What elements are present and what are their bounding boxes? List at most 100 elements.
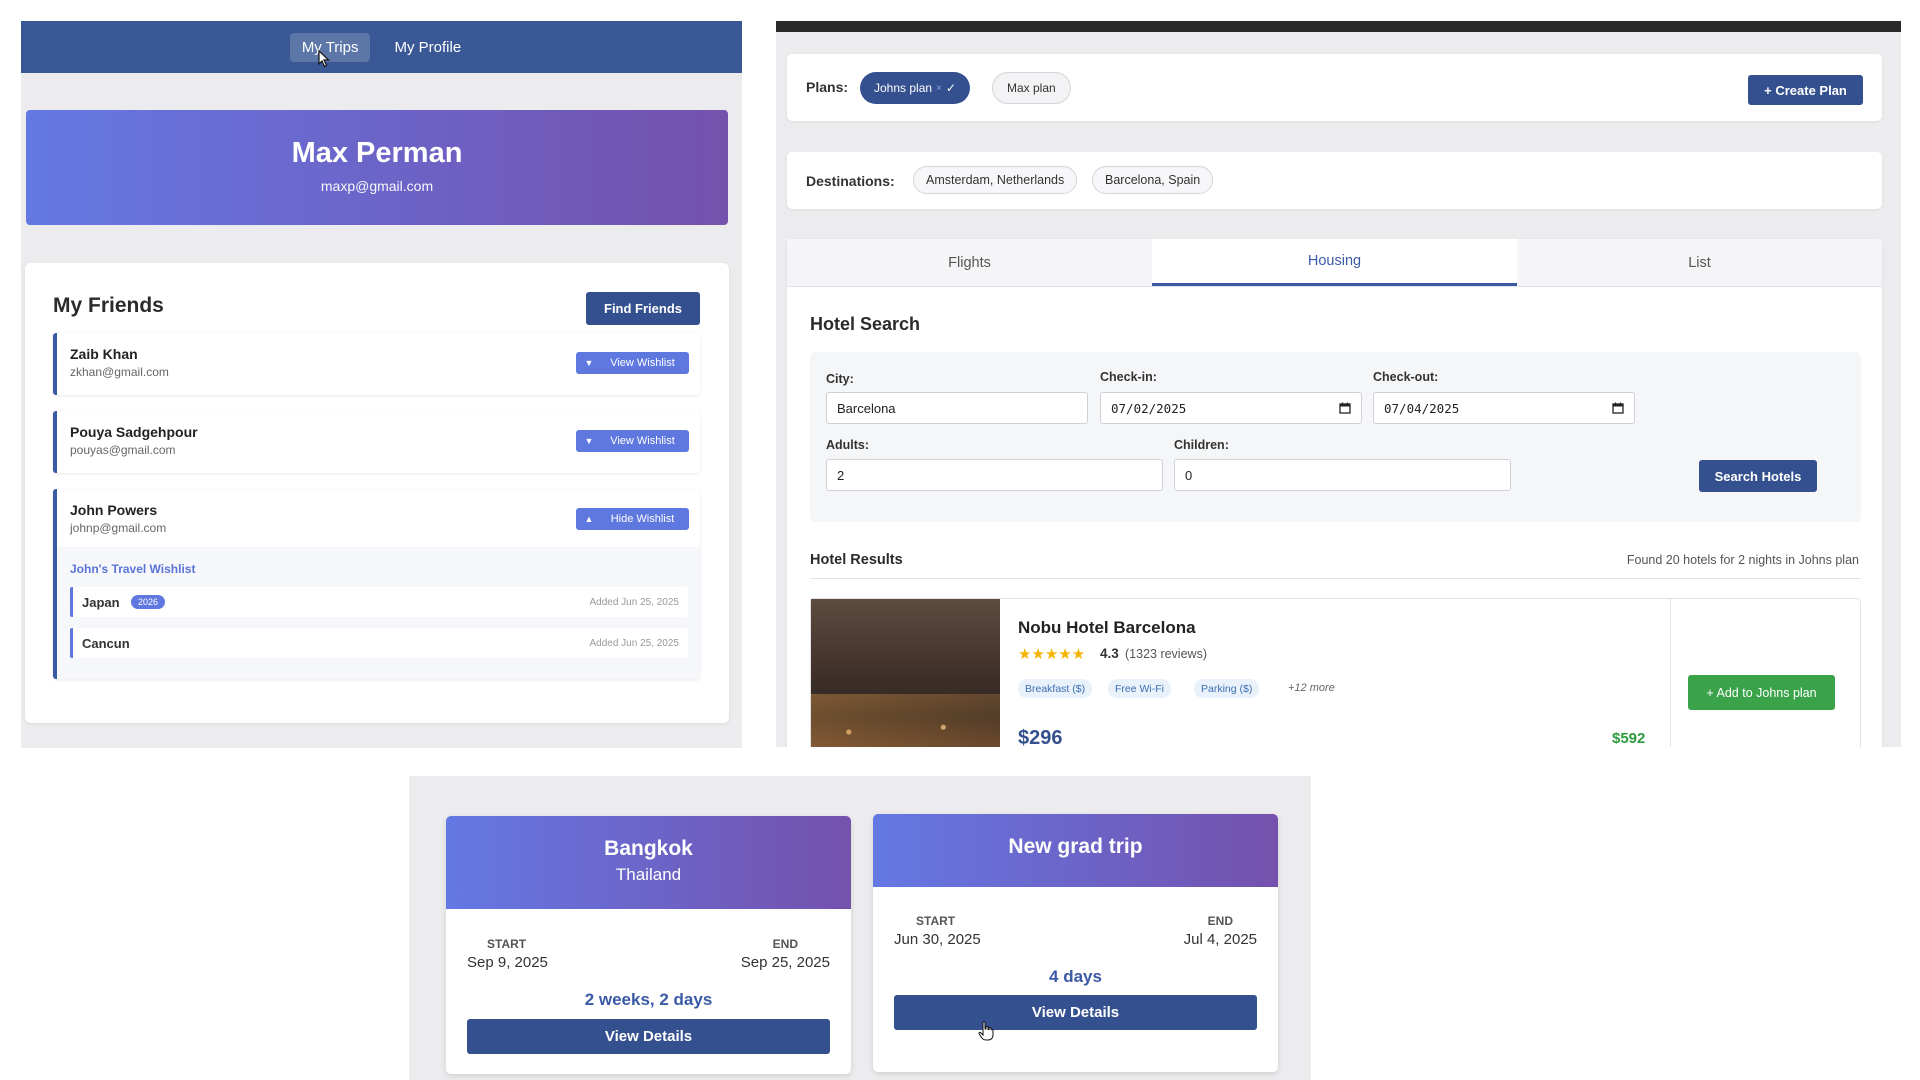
more-amenities-link[interactable]: +12 more [1288, 682, 1335, 694]
hand-pointer-icon [978, 1021, 994, 1041]
trip-header: Bangkok Thailand [446, 816, 851, 909]
trip-country: Thailand [615, 865, 682, 884]
trip-title: New grad trip [1008, 835, 1143, 858]
adults-value: 2 [837, 467, 845, 483]
hotel-search-form: City: Barcelona Check-in: 07/02/2025 Che… [810, 352, 1861, 522]
amenity-tag: Breakfast ($) [1018, 679, 1093, 698]
add-to-plan-button[interactable]: + Add to Johns plan [1688, 675, 1835, 710]
checkin-value: 07/02/2025 [1111, 400, 1187, 416]
destinations-label: Destinations: [806, 173, 895, 189]
city-lights-decoration [811, 694, 1000, 747]
search-hotels-button[interactable]: Search Hotels [1699, 460, 1817, 492]
user-email: maxp@gmail.com [320, 178, 434, 194]
hotel-rating: 4.3 [1100, 646, 1119, 661]
destination-chip[interactable]: Amsterdam, Netherlands [913, 166, 1078, 194]
wishlist-item-name: Japan [82, 595, 120, 610]
city-value: Barcelona [837, 400, 896, 416]
tab-flights[interactable]: Flights [787, 239, 1152, 286]
button-label: Hide Wishlist [610, 513, 675, 525]
remove-plan-icon[interactable]: × [936, 83, 942, 94]
divider [1670, 599, 1671, 747]
friend-email: zkhan@gmail.com [70, 365, 169, 379]
destination-chip[interactable]: Barcelona, Spain [1092, 166, 1214, 194]
calendar-icon[interactable] [1339, 402, 1351, 414]
checkout-input[interactable]: 07/04/2025 [1373, 392, 1635, 424]
hotel-results-summary: Found 20 hotels for 2 nights in Johns pl… [1626, 553, 1859, 567]
view-details-button[interactable]: View Details [467, 1019, 830, 1054]
calendar-icon[interactable] [1612, 402, 1624, 414]
profile-header: Max Perman maxp@gmail.com [26, 110, 728, 225]
plan-chip[interactable]: Max plan [992, 72, 1071, 104]
friends-title: My Friends [53, 294, 164, 317]
hotel-photo[interactable] [811, 599, 1000, 747]
plan-chip-label: Max plan [1007, 81, 1056, 95]
wishlist-item: Cancun Added Jun 25, 2025 [70, 628, 688, 658]
end-date: Sep 25, 2025 [740, 954, 830, 971]
view-wishlist-button[interactable]: ▼ View Wishlist [576, 430, 689, 452]
friend-name: John Powers [70, 502, 158, 518]
friend-email: pouyas@gmail.com [70, 443, 176, 457]
create-plan-button[interactable]: + Create Plan [1748, 75, 1863, 105]
trip-card: Bangkok Thailand START Sep 9, 2025 END S… [446, 816, 851, 1074]
wishlist-title: John's Travel Wishlist [70, 562, 196, 576]
button-label: View Wishlist [610, 435, 675, 447]
checkin-label: Check-in: [1100, 370, 1157, 384]
wishlist-item-date: Added Jun 25, 2025 [589, 597, 679, 608]
tab-housing[interactable]: Housing [1152, 239, 1517, 286]
divider [810, 578, 1861, 579]
trips-panel: Bangkok Thailand START Sep 9, 2025 END S… [409, 776, 1311, 1080]
checkin-input[interactable]: 07/02/2025 [1100, 392, 1362, 424]
trip-duration: 4 days [1049, 967, 1102, 986]
nightly-price: $296 [1018, 727, 1063, 747]
planner-panel: Plans: Johns plan × ✓ Max plan + Create … [776, 21, 1901, 747]
friend-name: Pouya Sadgehpour [70, 424, 198, 440]
start-label: START [487, 937, 527, 951]
check-icon: ✓ [945, 81, 956, 95]
tab-list[interactable]: List [1517, 239, 1882, 286]
hotel-results-title: Hotel Results [810, 552, 903, 568]
end-date: Jul 4, 2025 [1183, 931, 1257, 948]
city-input[interactable]: Barcelona [826, 392, 1088, 424]
trip-header: New grad trip [873, 814, 1278, 887]
window-top-bar [776, 21, 1901, 32]
button-label: View Wishlist [610, 357, 675, 369]
view-wishlist-button[interactable]: ▼ View Wishlist [576, 352, 689, 374]
triangle-down-icon: ▼ [584, 436, 594, 446]
friend-email: johnp@gmail.com [70, 521, 167, 535]
triangle-down-icon: ▼ [584, 358, 594, 368]
trip-card: New grad trip START Jun 30, 2025 END Jul… [873, 814, 1278, 1072]
start-label: START [916, 914, 956, 928]
tab-my-profile[interactable]: My Profile [382, 33, 473, 62]
start-date: Jun 30, 2025 [894, 931, 981, 948]
adults-label: Adults: [826, 438, 870, 452]
triangle-up-icon: ▲ [584, 514, 594, 524]
tab-my-trips[interactable]: My Trips [289, 32, 371, 67]
star-rating-icon: ★★★★★ [1018, 646, 1086, 663]
total-price: $592 [1612, 730, 1646, 747]
adults-input[interactable]: 2 [826, 459, 1163, 491]
friends-card: My Friends Find Friends Zaib Khan zkhan@… [25, 263, 729, 723]
hotel-search-title: Hotel Search [810, 314, 921, 334]
top-nav: My Trips My Profile [21, 21, 742, 73]
friend-name: Zaib Khan [70, 346, 138, 362]
amenity-tag: Parking ($) [1194, 679, 1260, 698]
tab-label: My Profile [394, 38, 462, 56]
end-label: END [1207, 914, 1233, 928]
destinations-bar: Destinations: Amsterdam, Netherlands Bar… [787, 152, 1882, 209]
plan-chip-selected[interactable]: Johns plan × ✓ [860, 72, 970, 104]
friend-card-expanded: John Powers johnp@gmail.com ▲ Hide Wishl… [53, 489, 700, 679]
planner-tabs: Flights Housing List [787, 239, 1882, 287]
wishlist-item: Japan 2026 Added Jun 25, 2025 [70, 587, 688, 617]
find-friends-button[interactable]: Find Friends [586, 292, 700, 325]
children-input[interactable]: 0 [1174, 459, 1511, 491]
wishlist-item-date: Added Jun 25, 2025 [589, 638, 679, 649]
hide-wishlist-button[interactable]: ▲ Hide Wishlist [576, 508, 689, 530]
wishlist-item-name: Cancun [82, 636, 130, 651]
view-details-button[interactable]: View Details [894, 995, 1257, 1030]
plans-label: Plans: [806, 79, 849, 95]
profile-panel: My Trips My Profile Max Perman maxp@gmai… [21, 21, 742, 748]
friend-card: Pouya Sadgehpour pouyas@gmail.com ▼ View… [53, 411, 700, 473]
start-date: Sep 9, 2025 [467, 954, 548, 971]
hotel-result-card: Nobu Hotel Barcelona ★★★★★ 4.3 (1323 rev… [810, 598, 1861, 747]
amenity-tag: Free Wi-Fi [1108, 679, 1171, 698]
